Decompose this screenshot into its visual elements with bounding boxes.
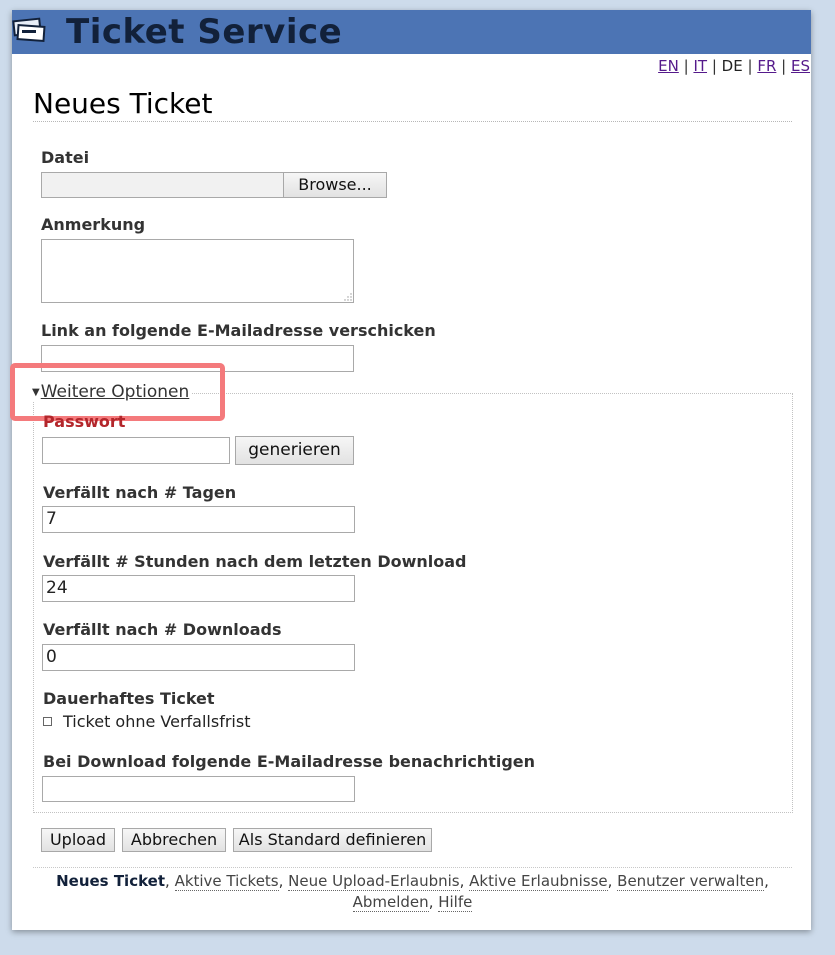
footer-link-active-permissions[interactable]: Aktive Erlaubnisse: [469, 872, 608, 891]
title-divider: [33, 121, 792, 122]
separator: |: [683, 57, 689, 75]
resize-grip-icon[interactable]: [343, 292, 352, 301]
notify-email-label: Bei Download folgende E-Mailadresse bena…: [43, 752, 536, 771]
permanent-ticket-checkbox-label[interactable]: Ticket ohne Verfallsfrist: [63, 712, 250, 731]
expire-hours-input[interactable]: 24: [42, 575, 355, 602]
comment-label: Anmerkung: [41, 215, 146, 234]
expire-downloads-input[interactable]: 0: [42, 644, 355, 671]
footer-link-active-tickets[interactable]: Aktive Tickets: [174, 872, 279, 891]
language-link-fr[interactable]: FR: [757, 57, 776, 75]
more-options-toggle[interactable]: ▼Weitere Optionen: [32, 382, 192, 402]
send-link-email-input[interactable]: [41, 345, 354, 372]
footer-link-manage-users[interactable]: Benutzer verwalten: [617, 872, 765, 891]
upload-button[interactable]: Upload: [41, 828, 115, 852]
language-link-it[interactable]: IT: [693, 57, 707, 75]
language-link-es[interactable]: ES: [791, 57, 810, 75]
expire-days-label: Verfällt nach # Tagen: [43, 483, 237, 502]
password-label: Passwort: [43, 412, 126, 431]
expire-downloads-label: Verfällt nach # Downloads: [43, 620, 282, 639]
expire-days-input[interactable]: 7: [42, 506, 355, 533]
permanent-ticket-label: Dauerhaftes Ticket: [43, 689, 215, 708]
expand-triangle-icon: ▼: [32, 387, 40, 398]
footer-nav: Neues Ticket, Aktive Tickets, Neue Uploa…: [56, 872, 769, 912]
footer-link-new-upload-permission[interactable]: Neue Upload-Erlaubnis: [288, 872, 460, 891]
separator: |: [711, 57, 717, 75]
page-title: Neues Ticket: [33, 87, 213, 120]
footer-current-page: Neues Ticket: [56, 872, 166, 890]
footer-link-logout[interactable]: Abmelden: [352, 893, 429, 912]
language-link-en[interactable]: EN: [658, 57, 679, 75]
app-title: Ticket Service: [66, 12, 343, 52]
file-input[interactable]: [41, 172, 284, 198]
expire-hours-label: Verfällt # Stunden nach dem letzten Down…: [43, 552, 467, 571]
browse-button[interactable]: Browse...: [283, 172, 387, 198]
page-container: Ticket Service EN | IT | DE | FR | ES Ne…: [10, 10, 811, 930]
separator: |: [781, 57, 787, 75]
language-current-de: DE: [721, 57, 743, 75]
password-input[interactable]: [42, 437, 230, 464]
footer-link-help[interactable]: Hilfe: [438, 893, 473, 912]
header-bar: Ticket Service: [12, 10, 811, 54]
language-selector: EN | IT | DE | FR | ES: [658, 57, 810, 75]
file-label: Datei: [41, 148, 90, 167]
generate-password-button[interactable]: generieren: [235, 436, 354, 465]
permanent-ticket-option: Ticket ohne Verfallsfrist: [43, 712, 250, 731]
ticket-logo-icon: [12, 17, 46, 42]
footer-divider: [33, 867, 792, 868]
send-link-label: Link an folgende E-Mailadresse verschick…: [41, 321, 436, 340]
comment-textarea[interactable]: [41, 239, 354, 303]
cancel-button[interactable]: Abbrechen: [122, 828, 226, 852]
separator: |: [747, 57, 753, 75]
more-options-label: Weitere Optionen: [40, 382, 190, 402]
set-default-button[interactable]: Als Standard definieren: [233, 828, 432, 852]
notify-email-input[interactable]: [42, 776, 355, 802]
permanent-ticket-checkbox[interactable]: [43, 717, 52, 726]
